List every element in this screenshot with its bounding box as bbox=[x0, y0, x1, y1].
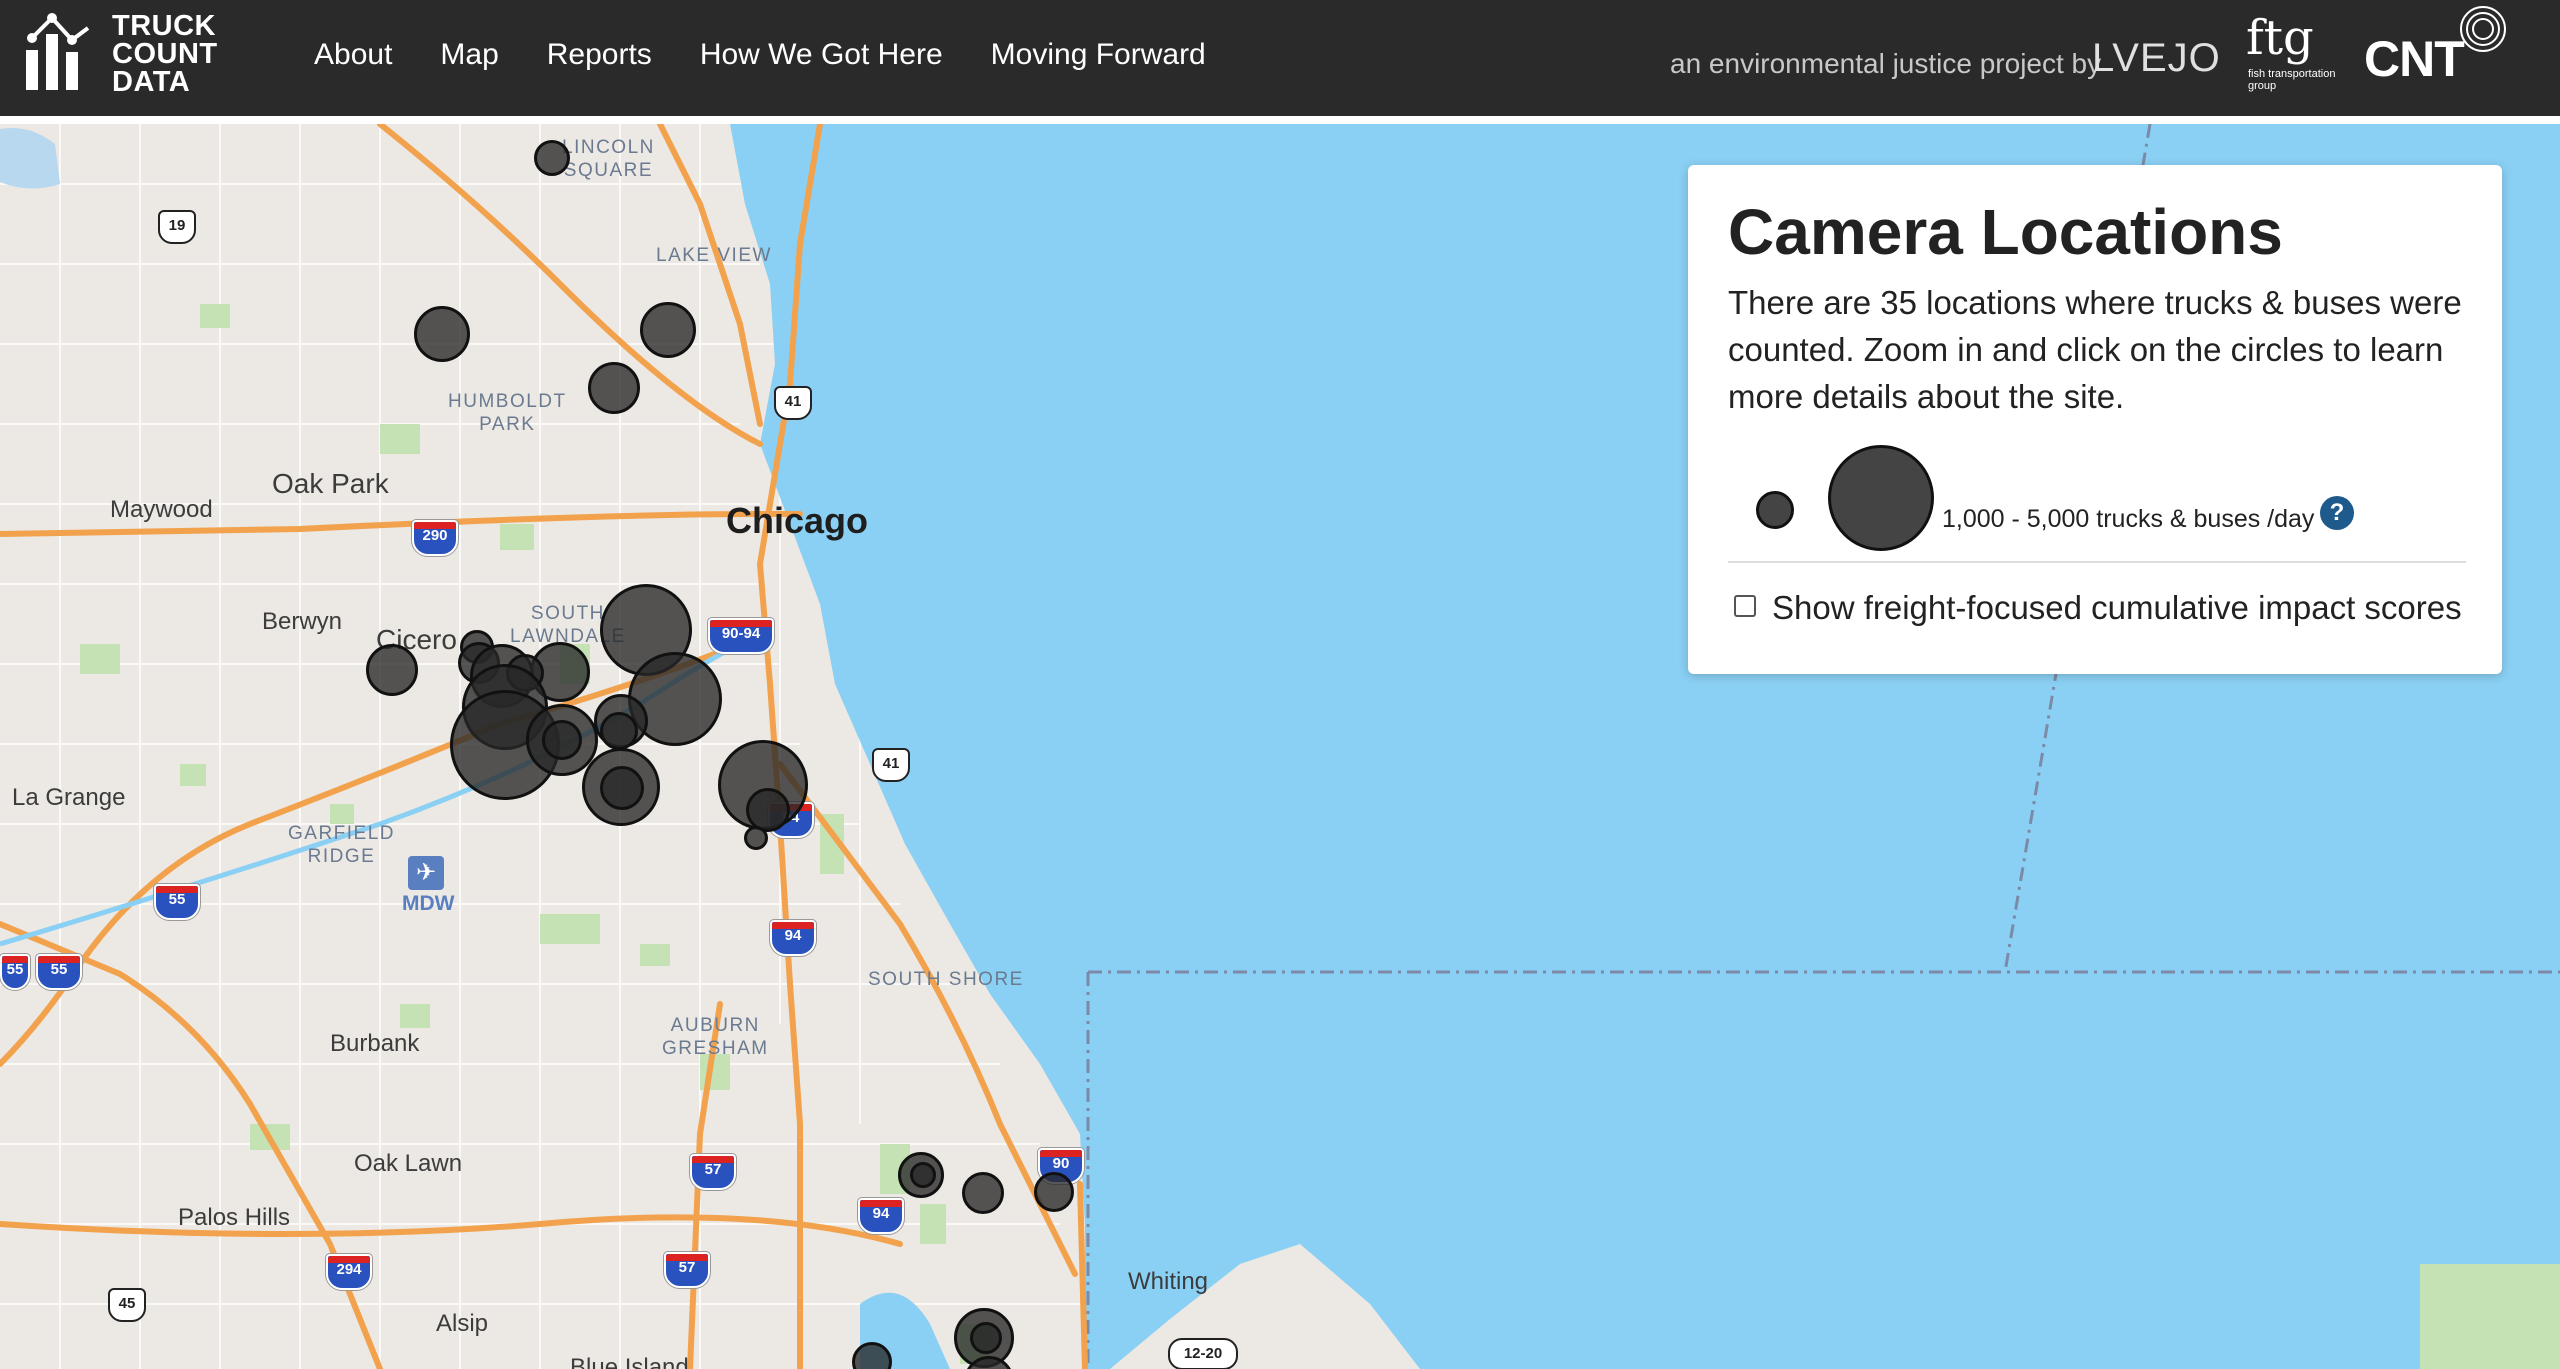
camera-location-marker[interactable] bbox=[744, 826, 768, 850]
ftg-logo[interactable]: ftg fish transportation group bbox=[2246, 10, 2336, 100]
camera-location-marker[interactable] bbox=[588, 362, 640, 414]
camera-location-marker[interactable] bbox=[534, 140, 570, 176]
map-label-la-grange: La Grange bbox=[12, 784, 126, 811]
i-94-shield-south: 94 bbox=[858, 1198, 904, 1234]
map-label-burbank: Burbank bbox=[330, 1030, 420, 1057]
lvejo-logo[interactable]: LVEJO bbox=[2092, 36, 2221, 81]
camera-location-marker[interactable] bbox=[640, 302, 696, 358]
impact-scores-checkbox[interactable] bbox=[1734, 595, 1756, 617]
i-294-shield: 294 bbox=[326, 1254, 372, 1290]
us-41-shield: 41 bbox=[774, 386, 812, 420]
i-290-shield: 290 bbox=[412, 520, 458, 556]
map-label-oak-park: Oak Park bbox=[272, 468, 389, 499]
map-label-garfield-ridge: GARFIELD RIDGE bbox=[288, 823, 396, 867]
i-55-shield-west-2: 55 bbox=[36, 954, 82, 990]
top-navigation-bar: TRUCK COUNT DATA About Map Reports How W… bbox=[0, 0, 2560, 116]
us-19-shield: 19 bbox=[158, 210, 196, 244]
map-label-berwyn: Berwyn bbox=[262, 608, 343, 635]
truck-count-data-logo[interactable]: TRUCK COUNT DATA bbox=[24, 12, 224, 98]
map-label-lake-view: LAKE VIEW bbox=[656, 245, 772, 266]
i-57-shield-south: 57 bbox=[664, 1252, 710, 1288]
camera-locations-panel: Camera Locations There are 35 locations … bbox=[1688, 165, 2502, 674]
map-label-oak-lawn: Oak Lawn bbox=[354, 1150, 463, 1177]
cnt-logo[interactable]: CNT bbox=[2364, 30, 2465, 88]
camera-location-marker[interactable] bbox=[600, 712, 638, 750]
cnt-rings-icon bbox=[2460, 6, 2506, 52]
nav-link-moving-forward[interactable]: Moving Forward bbox=[991, 38, 1206, 72]
us-45-shield: 45 bbox=[108, 1288, 146, 1322]
map-label-south-shore: SOUTH SHORE bbox=[868, 969, 1024, 990]
airport-icon: ✈ bbox=[408, 856, 444, 890]
map-label-humboldt-park: HUMBOLDT PARK bbox=[448, 391, 567, 435]
camera-location-marker[interactable] bbox=[366, 644, 418, 696]
ftg-logo-mark: ftg bbox=[2246, 10, 2314, 66]
i-55-shield: 55 bbox=[154, 884, 200, 920]
airport-label-mdw: MDW bbox=[402, 892, 455, 915]
map-label-whiting: Whiting bbox=[1128, 1268, 1209, 1295]
i-55-shield-west: 55 bbox=[0, 954, 30, 990]
main-nav: About Map Reports How We Got Here Moving… bbox=[314, 38, 1206, 72]
nav-link-reports[interactable]: Reports bbox=[547, 38, 652, 72]
bar-chart-icon bbox=[26, 13, 90, 90]
map-label-blue-island: Blue Island bbox=[570, 1354, 689, 1369]
camera-location-marker[interactable] bbox=[600, 766, 644, 810]
logo-text: TRUCK COUNT DATA bbox=[112, 10, 218, 98]
us-41-shield-south: 41 bbox=[872, 748, 910, 782]
map-label-alsip: Alsip bbox=[436, 1310, 489, 1337]
us-12-20-shield: 12-20 bbox=[1168, 1338, 1238, 1369]
camera-location-marker[interactable] bbox=[414, 306, 470, 362]
nav-link-how-we-got-here[interactable]: How We Got Here bbox=[700, 38, 943, 72]
i-94-shield: 94 bbox=[770, 920, 816, 956]
panel-title: Camera Locations bbox=[1728, 196, 2283, 268]
help-icon[interactable]: ? bbox=[2320, 496, 2354, 530]
nav-link-about[interactable]: About bbox=[314, 38, 392, 72]
map-label-lincoln-square: LINCOLN SQUARE bbox=[562, 137, 655, 181]
panel-divider bbox=[1728, 561, 2466, 563]
nav-link-map[interactable]: Map bbox=[440, 38, 498, 72]
panel-description: There are 35 locations where trucks & bu… bbox=[1728, 284, 2462, 415]
camera-location-marker[interactable] bbox=[962, 1172, 1004, 1214]
ftg-logo-subtitle: fish transportation group bbox=[2248, 68, 2336, 92]
camera-location-marker[interactable] bbox=[910, 1162, 936, 1188]
map-label-auburn-gresham: AUBURN GRESHAM bbox=[662, 1015, 769, 1059]
camera-location-marker[interactable] bbox=[542, 720, 582, 760]
map-label-maywood: Maywood bbox=[110, 496, 213, 523]
camera-location-marker[interactable] bbox=[1034, 1172, 1074, 1212]
i-90-94-shield: 90-94 bbox=[708, 618, 774, 654]
camera-location-marker[interactable] bbox=[970, 1322, 1002, 1354]
map-label-palos-hills: Palos Hills bbox=[178, 1204, 291, 1231]
legend-range-label: 1,000 - 5,000 trucks & buses /day bbox=[1942, 505, 2315, 533]
legend-large-circle bbox=[1828, 445, 1934, 551]
project-tagline: an environmental justice project by bbox=[1670, 48, 2102, 79]
legend-small-circle bbox=[1756, 491, 1794, 529]
header-divider bbox=[0, 116, 2560, 124]
i-57-shield: 57 bbox=[690, 1154, 736, 1190]
map-label-chicago: Chicago bbox=[726, 500, 869, 541]
impact-scores-checkbox-label[interactable]: Show freight-focused cumulative impact s… bbox=[1772, 589, 2462, 627]
